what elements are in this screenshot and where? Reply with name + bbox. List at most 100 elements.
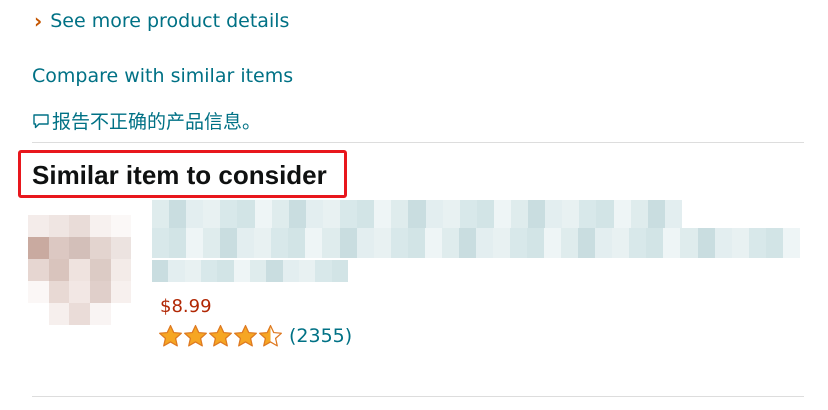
blur-pixel <box>374 200 392 228</box>
blur-pixel <box>249 260 267 282</box>
blur-pixel <box>544 228 562 258</box>
image-pixel <box>89 215 111 237</box>
blur-pixel <box>271 200 289 228</box>
blur-pixel <box>282 260 299 282</box>
image-pixel <box>28 215 49 237</box>
blur-pixel <box>356 228 374 258</box>
review-count-link[interactable]: (2355) <box>289 325 352 347</box>
see-more-details-label: See more product details <box>50 10 290 32</box>
image-pixel <box>89 259 111 281</box>
blur-pixel <box>458 228 476 258</box>
blur-pixel <box>169 200 187 228</box>
blur-pixel <box>322 200 341 228</box>
image-pixel <box>48 237 70 259</box>
blur-pixel <box>630 200 648 228</box>
blur-pixel <box>373 228 391 258</box>
image-pixel <box>110 237 132 259</box>
image-pixel <box>28 237 49 259</box>
blur-pixel <box>288 200 306 228</box>
blur-pixel <box>664 200 682 228</box>
blur-pixel <box>186 200 204 228</box>
blur-pixel <box>629 228 647 258</box>
blur-pixel <box>510 200 529 228</box>
blur-pixel <box>408 200 426 228</box>
image-pixel <box>110 303 132 325</box>
blur-pixel <box>731 228 749 258</box>
blur-pixel <box>237 228 255 258</box>
blur-pixel <box>322 228 340 258</box>
blur-pixel <box>200 260 218 282</box>
image-pixel <box>131 237 152 259</box>
blur-pixel <box>578 228 596 258</box>
blur-pixel <box>331 260 348 282</box>
blur-pixel <box>765 228 783 258</box>
image-pixel <box>69 303 90 325</box>
blur-pixel <box>663 228 681 258</box>
blur-pixel <box>315 260 332 282</box>
image-pixel <box>69 237 90 259</box>
blur-pixel <box>441 228 459 258</box>
blur-pixel <box>391 200 409 228</box>
image-pixel <box>48 259 70 281</box>
blur-pixel <box>305 228 323 258</box>
blur-pixel <box>545 200 563 228</box>
section-title: Similar item to consider <box>32 160 327 190</box>
blur-pixel <box>528 200 546 228</box>
image-pixel <box>110 259 132 281</box>
speech-bubble-icon <box>33 113 49 128</box>
compare-similar-items-link[interactable]: Compare with similar items <box>32 65 293 87</box>
blur-pixel <box>357 200 375 228</box>
blur-pixel <box>220 228 238 258</box>
image-pixel <box>48 281 70 303</box>
blur-pixel <box>475 228 493 258</box>
product-rating[interactable]: (2355) <box>158 324 352 348</box>
blur-pixel <box>168 260 185 282</box>
blur-pixel <box>340 200 358 228</box>
blur-pixel <box>298 260 316 282</box>
image-pixel <box>131 281 152 303</box>
see-more-details-link[interactable]: › See more product details <box>34 10 289 32</box>
image-pixel <box>131 215 152 237</box>
image-pixel <box>89 303 111 325</box>
title-blur-row <box>152 200 682 228</box>
blur-pixel <box>527 228 545 258</box>
blur-pixel <box>782 228 800 258</box>
image-pixel <box>131 259 152 281</box>
blur-pixel <box>203 200 221 228</box>
blur-pixel <box>646 228 664 258</box>
product-page-section: › See more product details Compare with … <box>0 0 828 410</box>
blur-pixel <box>305 200 323 228</box>
blur-pixel <box>424 228 442 258</box>
blur-pixel <box>476 200 494 228</box>
blur-pixel <box>152 228 170 258</box>
report-incorrect-info-link[interactable]: 报告不正确的产品信息。 <box>32 107 261 134</box>
image-pixel <box>89 281 111 303</box>
image-pixel <box>28 281 49 303</box>
image-pixel <box>69 215 90 237</box>
blur-pixel <box>254 228 272 258</box>
star-icon <box>184 324 207 347</box>
blur-pixel <box>271 228 289 258</box>
blur-pixel <box>612 228 630 258</box>
blur-pixel <box>442 200 460 228</box>
product-image[interactable] <box>28 215 152 325</box>
blur-pixel <box>152 200 170 228</box>
blur-pixel <box>596 200 614 228</box>
image-pixel <box>28 303 49 325</box>
blur-pixel <box>266 260 283 282</box>
blur-pixel <box>492 228 510 258</box>
chevron-right-icon: › <box>34 9 43 33</box>
blur-pixel <box>561 228 579 258</box>
blur-pixel <box>237 200 255 228</box>
blur-pixel <box>697 228 715 258</box>
blur-pixel <box>425 200 443 228</box>
blur-pixel <box>288 228 306 258</box>
product-title-blurred[interactable] <box>152 200 800 290</box>
report-incorrect-info-label: 报告不正确的产品信息。 <box>52 111 262 133</box>
title-blur-row <box>152 260 348 282</box>
image-pixel <box>48 303 70 325</box>
blur-pixel <box>579 200 597 228</box>
blur-pixel <box>647 200 665 228</box>
blur-pixel <box>680 228 698 258</box>
blur-pixel <box>748 228 766 258</box>
